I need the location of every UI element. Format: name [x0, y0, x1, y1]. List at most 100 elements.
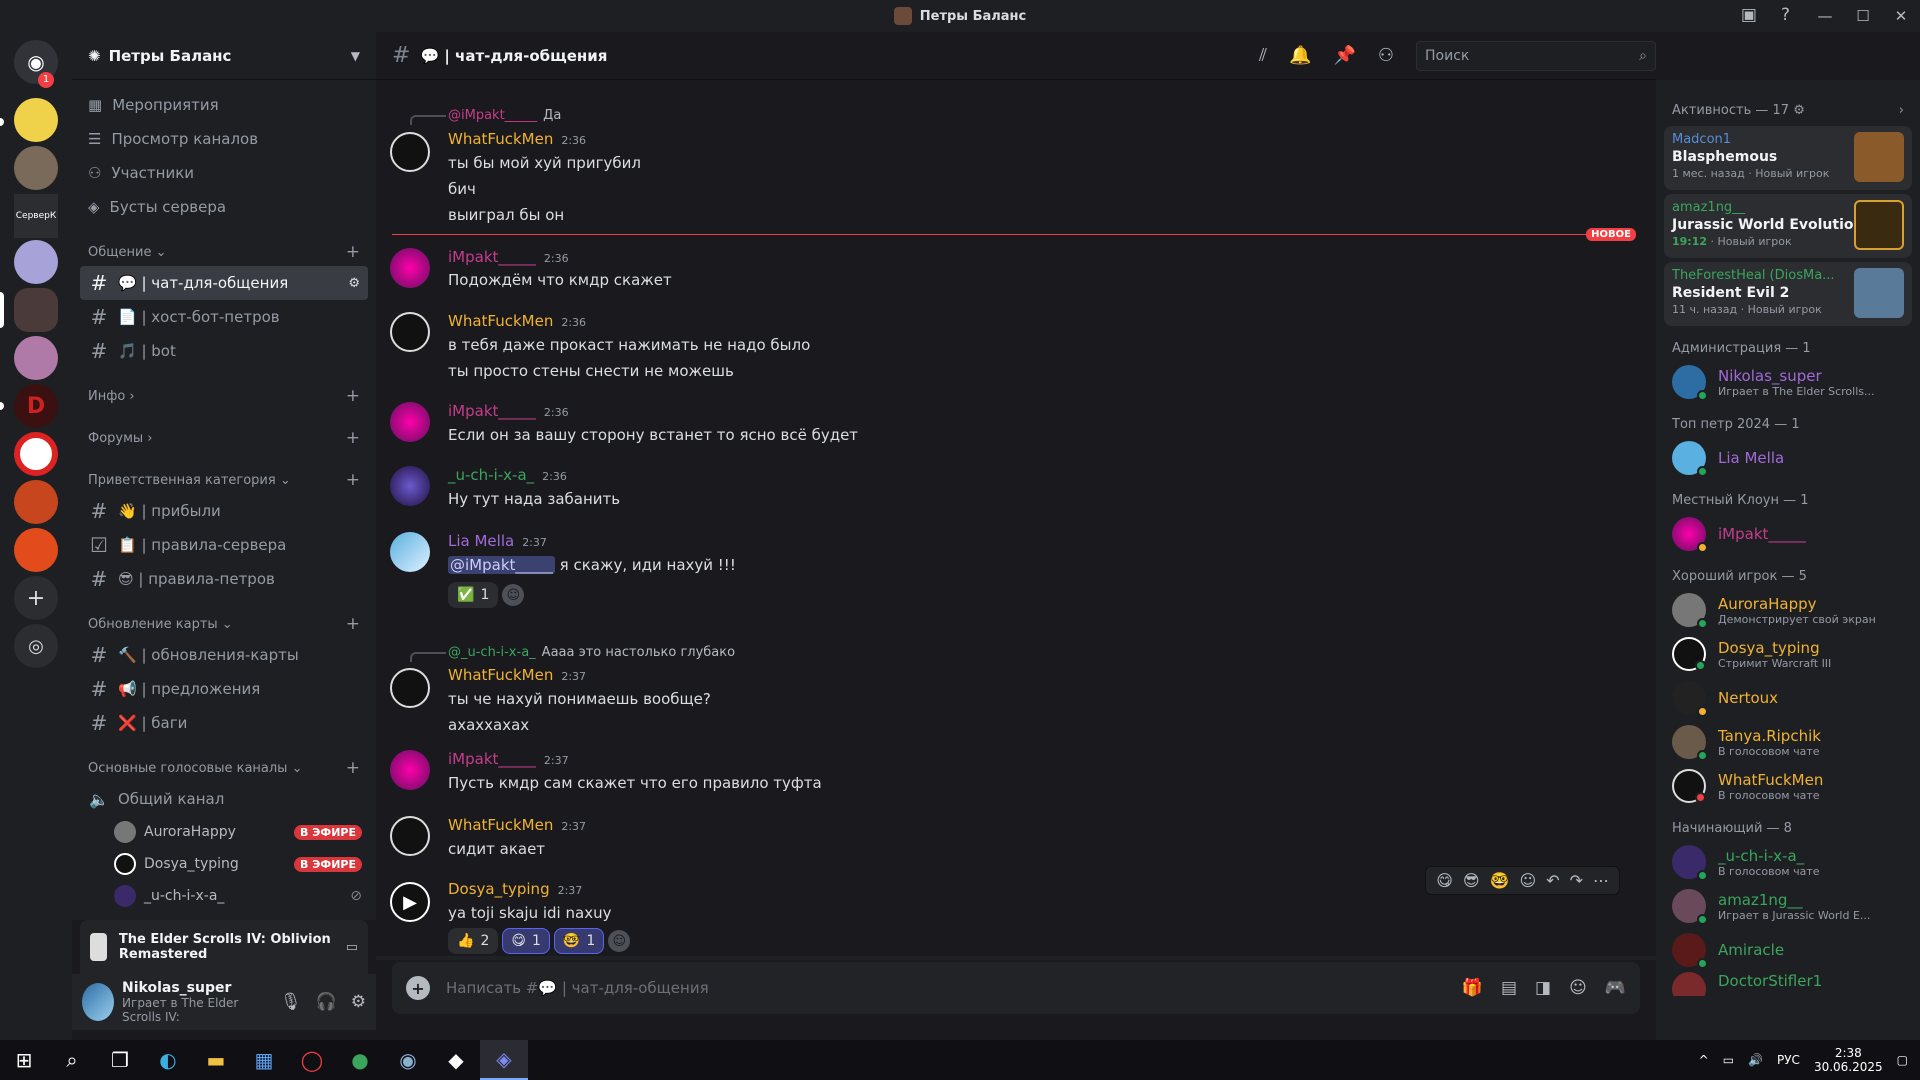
username[interactable]: WhatFuckMen — [448, 130, 553, 148]
category-updates[interactable]: Обновление карты ⌄ + — [72, 610, 376, 638]
avatar[interactable] — [390, 312, 430, 352]
reaction-chip[interactable]: 😋 1 — [502, 928, 550, 954]
username[interactable]: _u-ch-i-x-a_ — [448, 466, 534, 484]
avatar[interactable] — [390, 750, 430, 790]
gear-icon[interactable]: ⚙ — [1793, 103, 1805, 118]
game-controller-icon[interactable]: 🎮 — [1605, 978, 1626, 998]
add-reaction-icon[interactable]: ☺ — [502, 584, 525, 606]
notifications-icon[interactable]: ▢ — [1897, 1053, 1908, 1067]
close-button[interactable]: ✕ — [1882, 7, 1920, 25]
reaction-chip[interactable]: ✅ 1 — [448, 582, 499, 608]
folder-icon[interactable]: ▬ — [192, 1040, 240, 1080]
steam-icon[interactable]: ◉ — [384, 1040, 432, 1080]
sticker-icon[interactable]: ◨ — [1535, 978, 1551, 998]
member-item[interactable]: Amiracle — [1656, 928, 1920, 972]
nav-browse-channels[interactable]: ☰ Просмотр каналов — [72, 122, 376, 156]
member-item[interactable]: Nertoux — [1656, 676, 1920, 720]
avatar[interactable] — [390, 816, 430, 856]
message-input[interactable]: + Написать #💬 | чат-для-общения 🎁 ▤ ◨ ☺ … — [392, 962, 1640, 1014]
member-item[interactable]: amaz1ng__ Играет в Jurassic World E... — [1656, 884, 1920, 928]
member-item[interactable]: iMpakt_____ — [1656, 512, 1920, 556]
category-welcome[interactable]: Приветственная категория ⌄ + — [72, 466, 376, 494]
nav-members[interactable]: ⚇ Участники — [72, 156, 376, 190]
store-icon[interactable]: ▦ — [240, 1040, 288, 1080]
avatar[interactable] — [390, 466, 430, 506]
member-item[interactable]: Lia Mella — [1656, 436, 1920, 480]
server-icon[interactable] — [14, 240, 58, 284]
avatar[interactable] — [82, 983, 115, 1021]
add-channel-icon[interactable]: + — [346, 386, 360, 406]
server-icon[interactable] — [14, 98, 58, 142]
channel-rules-petrov[interactable]: # 😎 | правила-петров — [80, 562, 368, 596]
channel-chat[interactable]: # 💬 | чат-для-общения ⚙ — [80, 266, 368, 300]
clock[interactable]: 2:38 30.06.2025 — [1814, 1046, 1883, 1074]
nav-boosts[interactable]: ◈ Бусты сервера — [72, 190, 376, 224]
pin-icon[interactable]: 📌 — [1333, 45, 1355, 66]
minimize-button[interactable]: — — [1806, 7, 1844, 25]
activity-item[interactable]: Madcon1 Blasphemous 1 мес. назад · Новый… — [1664, 126, 1912, 190]
emoji-icon[interactable]: 😎 — [1463, 871, 1480, 890]
activity-item[interactable]: TheForestHeal (DiosMa... Resident Evil 2… — [1664, 262, 1912, 326]
voice-user[interactable]: AuroraHappy В ЭФИРЕ — [72, 816, 376, 848]
more-icon[interactable]: ⋯ — [1593, 871, 1609, 890]
avatar[interactable]: ▶ — [390, 882, 430, 922]
emoji-icon[interactable]: ☺ — [1569, 978, 1587, 998]
volume-icon[interactable]: 🔊 — [1748, 1053, 1763, 1067]
channel-host[interactable]: # 📄 | хост-бот-петров — [80, 300, 368, 334]
add-channel-icon[interactable]: + — [346, 428, 360, 448]
bell-icon[interactable]: 🔔 — [1289, 45, 1311, 66]
server-icon[interactable] — [14, 288, 58, 332]
username[interactable]: Dosya_typing — [448, 880, 550, 898]
gear-icon[interactable]: ⚙ — [351, 992, 366, 1012]
server-icon[interactable] — [14, 146, 58, 190]
search-input[interactable]: Поиск ⌕ — [1416, 40, 1656, 71]
browser-icon[interactable]: ● — [336, 1040, 384, 1080]
member-item[interactable]: _u-ch-i-x-a_ В голосовом чате — [1656, 840, 1920, 884]
member-list-icon[interactable]: ⚇ — [1378, 45, 1394, 66]
voice-user[interactable]: Dosya_typing В ЭФИРЕ — [72, 848, 376, 880]
server-icon[interactable]: СерверК — [14, 194, 58, 238]
activity-card[interactable]: The Elder Scrolls IV: Oblivion Remastere… — [80, 920, 368, 974]
channel-arrivals[interactable]: # 👋 | прибыли — [80, 494, 368, 528]
reply-preview[interactable]: @_u-ch-i-x-a_ Аааа это настолько глубако — [448, 645, 735, 660]
avatar[interactable] — [390, 132, 430, 172]
category-forums[interactable]: Форумы › + — [72, 424, 376, 452]
activity-item[interactable]: amaz1ng__ Jurassic World Evolution 2 19:… — [1664, 194, 1912, 258]
voice-channel-general[interactable]: 🔈 Общий канал — [80, 782, 368, 816]
username[interactable]: Lia Mella — [448, 532, 514, 550]
member-item[interactable]: Dosya_typing Стримит Warcraft III — [1656, 632, 1920, 676]
add-channel-icon[interactable]: + — [346, 470, 360, 490]
user-mention[interactable]: @iMpakt_____ — [448, 556, 555, 574]
username[interactable]: iMpakt_____ — [448, 402, 536, 420]
opera-icon[interactable]: ◯ — [288, 1040, 336, 1080]
discover-icon[interactable]: ◎ — [14, 624, 58, 668]
help-icon[interactable]: ? — [1781, 5, 1790, 25]
channel-rules[interactable]: ☑ 📋 | правила-сервера — [80, 528, 368, 562]
reply-icon[interactable]: ↶ — [1546, 871, 1559, 890]
threads-icon[interactable]: ⫽ — [1259, 45, 1267, 66]
username[interactable]: WhatFuckMen — [448, 312, 553, 330]
emoji-icon[interactable]: 🤓 — [1490, 871, 1510, 890]
emoji-icon[interactable]: 😋 — [1436, 871, 1453, 890]
avatar[interactable] — [390, 402, 430, 442]
avatar[interactable] — [390, 532, 430, 572]
add-reaction-icon[interactable]: ☺ — [608, 930, 631, 952]
add-channel-icon[interactable]: + — [346, 758, 360, 778]
forward-icon[interactable]: ↷ — [1570, 871, 1583, 890]
add-channel-icon[interactable]: + — [346, 614, 360, 634]
language-indicator[interactable]: РУС — [1777, 1053, 1800, 1067]
voice-user[interactable]: _u-ch-i-x-a_ ⊘ — [72, 880, 376, 912]
member-item[interactable]: DoctorStifler1 — [1656, 972, 1920, 996]
windows-start-icon[interactable]: ⊞ — [0, 1040, 48, 1080]
discord-icon[interactable]: ◈ — [480, 1040, 528, 1080]
server-icon[interactable] — [14, 480, 58, 524]
channel-bugs[interactable]: # ❌ | баги — [80, 706, 368, 740]
server-icon[interactable] — [14, 336, 58, 380]
chevron-right-icon[interactable]: › — [1899, 103, 1904, 118]
server-icon[interactable] — [14, 528, 58, 572]
channel-map-updates[interactable]: # 🔨 | обновления-карты — [80, 638, 368, 672]
stream-icon[interactable]: ▭ — [346, 940, 358, 955]
oblivion-icon[interactable]: ◆ — [432, 1040, 480, 1080]
member-item[interactable]: AuroraHappy Демонстрирует свой экран — [1656, 588, 1920, 632]
server-header[interactable]: ✺ Петры Баланс ▼ — [72, 32, 376, 80]
